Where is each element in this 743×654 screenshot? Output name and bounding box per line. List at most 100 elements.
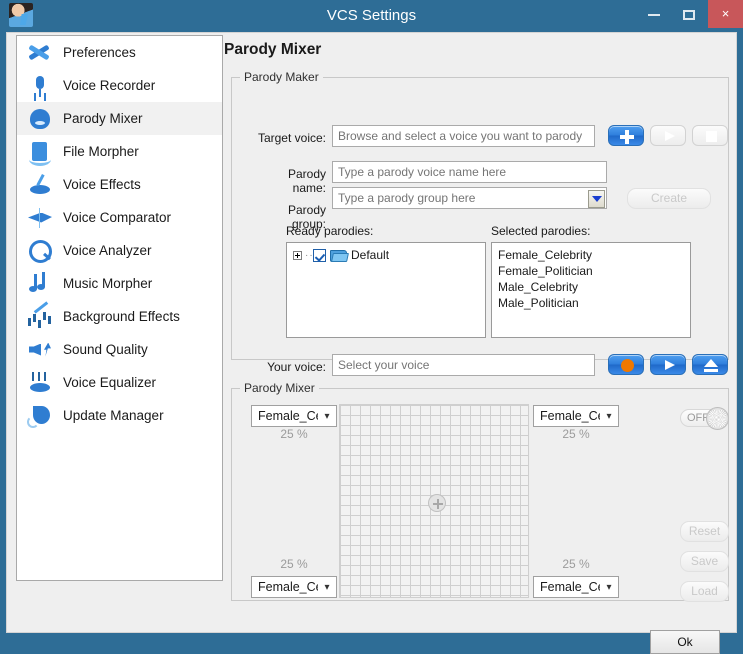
checkbox-checked-icon[interactable] bbox=[313, 248, 326, 262]
chevron-down-icon: ▾ bbox=[324, 581, 330, 593]
play-icon bbox=[651, 126, 685, 145]
sidebar-item-label: Voice Analyzer bbox=[63, 243, 152, 258]
sidebar-navigation: Preferences Voice Recorder Parody Mixer … bbox=[16, 35, 223, 581]
add-target-voice-button[interactable] bbox=[608, 125, 644, 146]
list-item[interactable]: Male_Politician bbox=[492, 295, 690, 311]
list-item[interactable]: Male_Celebrity bbox=[492, 279, 690, 295]
music-note-icon bbox=[25, 271, 55, 297]
sidebar-item-label: Preferences bbox=[63, 45, 136, 60]
save-button[interactable]: Save bbox=[680, 551, 729, 572]
sidebar-item-label: Music Morpher bbox=[63, 276, 153, 291]
file-refresh-icon bbox=[25, 139, 55, 166]
reset-button[interactable]: Reset bbox=[680, 521, 729, 542]
tree-connector: ·· bbox=[305, 249, 314, 261]
speaker-bolt-icon bbox=[25, 337, 55, 363]
sidebar-item-preferences[interactable]: Preferences bbox=[17, 36, 222, 69]
play-your-voice-button[interactable] bbox=[650, 354, 686, 375]
create-button[interactable]: Create bbox=[627, 188, 711, 209]
sidebar-item-voice-equalizer[interactable]: Voice Equalizer bbox=[17, 366, 222, 399]
mixer-power-switch[interactable]: OFF bbox=[680, 407, 729, 430]
parody-name-input[interactable] bbox=[332, 161, 607, 183]
mixer-voice-bottom-right[interactable]: Female_Cel ▾ bbox=[533, 576, 619, 598]
mixer-percent-bottom-left: 25 % bbox=[280, 557, 308, 571]
head-speech-icon bbox=[25, 106, 55, 132]
stop-target-voice-button[interactable] bbox=[692, 125, 728, 146]
sidebar-item-file-morpher[interactable]: File Morpher bbox=[17, 135, 222, 168]
sidebar-item-voice-effects[interactable]: Voice Effects bbox=[17, 168, 222, 201]
sidebar-item-update-manager[interactable]: Update Manager bbox=[17, 399, 222, 432]
mixer-percent-bottom-right: 25 % bbox=[562, 557, 590, 571]
play-target-voice-button[interactable] bbox=[650, 125, 686, 146]
wrench-screwdriver-icon bbox=[25, 40, 55, 66]
sidebar-item-background-effects[interactable]: Background Effects bbox=[17, 300, 222, 333]
record-your-voice-button[interactable] bbox=[608, 354, 644, 375]
folder-icon bbox=[330, 249, 347, 262]
parody-mixer-legend: Parody Mixer bbox=[244, 381, 315, 395]
mixer-voice-value: Female_Cel bbox=[258, 409, 318, 423]
minimize-button[interactable] bbox=[638, 0, 670, 28]
lips-wand-icon bbox=[25, 172, 55, 198]
parody-name-label: Parody name: bbox=[287, 167, 326, 195]
close-button[interactable]: × bbox=[708, 0, 743, 28]
sidebar-item-voice-analyzer[interactable]: Voice Analyzer bbox=[17, 234, 222, 267]
mixer-voice-top-right[interactable]: Female_Cel ▾ bbox=[533, 405, 619, 427]
parody-group-input[interactable] bbox=[332, 187, 607, 209]
target-voice-input[interactable] bbox=[332, 125, 595, 147]
sidebar-item-label: Parody Mixer bbox=[63, 111, 143, 126]
mixer-percent-top-right: 25 % bbox=[562, 427, 590, 441]
tree-item-default[interactable]: ·· Default bbox=[287, 246, 485, 264]
sidebar-item-label: Background Effects bbox=[63, 309, 180, 324]
sidebar-item-label: Update Manager bbox=[63, 408, 164, 423]
your-voice-label: Your voice: bbox=[267, 360, 326, 374]
magnifier-wave-icon bbox=[25, 238, 55, 264]
mixer-voice-value: Female_Cel bbox=[258, 580, 318, 594]
sidebar-item-parody-mixer[interactable]: Parody Mixer bbox=[17, 102, 222, 135]
sidebar-item-label: Voice Recorder bbox=[63, 78, 156, 93]
sidebar-item-voice-recorder[interactable]: Voice Recorder bbox=[17, 69, 222, 102]
chevron-down-icon bbox=[591, 196, 602, 202]
stop-icon bbox=[693, 126, 727, 145]
expand-icon[interactable] bbox=[293, 250, 302, 260]
chevron-down-icon: ▾ bbox=[606, 581, 612, 593]
load-button[interactable]: Load bbox=[680, 581, 729, 602]
parody-group-dropdown-button[interactable] bbox=[588, 190, 605, 208]
sidebar-item-label: Voice Effects bbox=[63, 177, 141, 192]
wand-equalizer-icon bbox=[25, 304, 55, 330]
mixer-pad-handle[interactable] bbox=[428, 494, 446, 512]
ready-parodies-tree[interactable]: ·· Default bbox=[286, 242, 486, 338]
ready-parodies-label: Ready parodies: bbox=[286, 224, 374, 238]
eject-your-voice-button[interactable] bbox=[692, 354, 728, 375]
tree-item-label: Default bbox=[351, 248, 390, 262]
power-knob-icon[interactable] bbox=[706, 407, 729, 430]
record-icon bbox=[609, 355, 643, 374]
sidebar-item-label: Sound Quality bbox=[63, 342, 148, 357]
sidebar-item-label: Voice Comparator bbox=[63, 210, 172, 225]
page-title: Parody Mixer bbox=[224, 41, 322, 58]
ok-button[interactable]: Ok bbox=[650, 630, 720, 654]
your-voice-input[interactable] bbox=[332, 354, 595, 376]
play-icon bbox=[651, 355, 685, 374]
add-icon bbox=[609, 126, 643, 145]
comparator-icon bbox=[25, 205, 55, 231]
window-title: VCS Settings bbox=[326, 7, 417, 24]
mixer-voice-bottom-left[interactable]: Female_Cel ▾ bbox=[251, 576, 337, 598]
sidebar-item-sound-quality[interactable]: Sound Quality bbox=[17, 333, 222, 366]
list-item[interactable]: Female_Politician bbox=[492, 263, 690, 279]
dialog-client-area: Preferences Voice Recorder Parody Mixer … bbox=[6, 32, 737, 654]
selected-parodies-label: Selected parodies: bbox=[491, 224, 591, 238]
sidebar-item-music-morpher[interactable]: Music Morpher bbox=[17, 267, 222, 300]
mixer-voice-value: Female_Cel bbox=[540, 580, 600, 594]
list-item[interactable]: Female_Celebrity bbox=[492, 247, 690, 263]
window-titlebar: VCS Settings × bbox=[0, 0, 743, 32]
target-voice-label: Target voice: bbox=[257, 131, 326, 145]
eject-icon bbox=[693, 355, 727, 374]
selected-parodies-list[interactable]: Female_Celebrity Female_Politician Male_… bbox=[491, 242, 691, 338]
mixer-voice-top-left[interactable]: Female_Cel ▾ bbox=[251, 405, 337, 427]
chevron-down-icon: ▾ bbox=[324, 410, 330, 422]
chevron-down-icon: ▾ bbox=[606, 410, 612, 422]
maximize-button[interactable] bbox=[673, 0, 705, 28]
sidebar-item-voice-comparator[interactable]: Voice Comparator bbox=[17, 201, 222, 234]
mixer-percent-top-left: 25 % bbox=[280, 427, 308, 441]
mixer-voice-value: Female_Cel bbox=[540, 409, 600, 423]
minimize-icon bbox=[648, 13, 660, 16]
